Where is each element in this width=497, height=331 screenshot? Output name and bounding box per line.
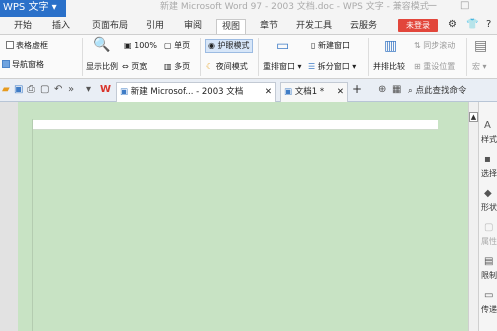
multi-page-button[interactable]: ▥ 多页 [164,61,190,73]
document-page[interactable] [32,119,438,331]
minimize-button[interactable]: — [427,0,437,11]
new-window-button[interactable]: ▯ 新建窗口 [311,40,350,52]
property-icon[interactable]: ▢ [484,222,493,233]
zoom-100-button[interactable]: ▣ 100% [124,40,157,52]
side-item-transfer[interactable]: 传递 [481,304,497,315]
help-icon[interactable]: ? [486,19,491,30]
page-width-button[interactable]: ⇔ 页宽 [122,61,147,73]
night-mode-button[interactable]: ☾ 夜间模式 [206,61,248,73]
close-icon[interactable]: ✕ [337,83,344,101]
vertical-ruler [0,102,18,331]
format-icon[interactable]: ▦ [392,84,401,95]
styles-icon[interactable]: A [484,120,491,131]
ribbon-divider [368,38,369,76]
side-by-side-button[interactable]: 并排比较 [373,61,405,73]
nav-pane-checkbox[interactable]: 导航窗格 [2,59,44,71]
ribbon-divider [200,38,201,76]
macro-button[interactable]: 宏 ▾ [472,61,487,73]
app-menu-button[interactable]: WPS 文字 ▾ [0,0,66,17]
side-item-shape[interactable]: 形状 [481,202,497,213]
split-window-button[interactable]: ☰ 拆分窗口 ▾ [308,61,356,73]
maximize-button[interactable]: □ [460,0,469,11]
save-icon[interactable]: ▣ [14,84,23,95]
moon-icon: ☾ [206,62,214,71]
side-item-property[interactable]: 属性 [481,236,497,247]
menu-cloud[interactable]: 云服务 [350,19,377,34]
ribbon-divider [258,38,259,76]
shape-icon[interactable]: ◆ [484,188,492,199]
ribbon-toolbar: 表格虚框 导航窗格 🔍 显示比例 ▣ 100% ▢ 单页 ⇔ 页宽 ▥ 多页 ◉… [0,35,497,79]
restrict-icon[interactable]: ▤ [484,256,493,267]
more-icon[interactable]: » [68,84,74,95]
reset-position-button[interactable]: ⊞ 重设位置 [414,61,455,73]
menu-developer[interactable]: 开发工具 [296,19,332,34]
login-button[interactable]: 未登录 [398,19,438,32]
ribbon-divider [82,38,83,76]
side-item-styles[interactable]: 样式 [481,134,497,145]
doc-icon: ▣ [284,87,293,97]
print-icon[interactable]: ⎙ [27,84,35,95]
side-item-select[interactable]: 选择 [481,168,497,179]
macro-icon: ▤ [474,38,488,54]
sync-scroll-button[interactable]: ⇅ 同步滚动 [414,40,455,52]
rearrange-windows-button[interactable]: 重排窗口 ▾ [263,61,302,73]
menu-review[interactable]: 审阅 [184,19,202,34]
title-bar: WPS 文字 ▾ 新建 Microsoft Word 97 - 2003 文档.… [0,0,497,17]
settings-small-icon[interactable]: ⊕ [378,84,386,95]
document-tab-bar: ▰ ▣ ⎙ ▢ ↶ » ▾ W ▣ 新建 Microsof... - 2003 … [0,79,497,102]
split-icon: ☰ [308,62,316,71]
search-icon: ⌕ [408,86,413,96]
tab-document1[interactable]: ▣ 文档1 * ✕ [280,82,348,102]
document-title: 新建 Microsoft Word 97 - 2003 文档.doc - WPS… [160,2,429,12]
menu-home[interactable]: 开始 [14,19,32,34]
new-tab-icon[interactable]: + [352,82,362,96]
tab-active-document[interactable]: ▣ 新建 Microsof... - 2003 文档 ✕ [116,82,276,102]
transfer-icon[interactable]: ▭ [484,290,493,301]
close-icon[interactable]: ✕ [265,83,272,101]
wps-logo-icon: W [100,84,112,95]
single-page-button[interactable]: ▢ 单页 [164,40,190,52]
window-icon: ▭ [276,38,290,54]
menu-view[interactable]: 视图 [216,19,247,34]
vertical-scrollbar[interactable]: ▲ [468,102,478,331]
search-command[interactable]: ⌕ 点此查找命令 [408,84,466,96]
dropdown-icon[interactable]: ▾ [86,84,91,95]
select-icon[interactable]: ▪ [484,154,491,165]
compare-icon: ▥ [384,38,398,54]
nav-pane-icon [2,60,10,68]
table-gridlines-checkbox[interactable]: 表格虚框 [6,40,48,52]
page-header-area[interactable] [33,120,438,130]
eye-mode-button[interactable]: ◉ 护眼模式 [205,39,253,53]
folder-icon[interactable]: ▰ [2,84,10,95]
settings-icon[interactable]: ⚙ [448,19,457,30]
menu-references[interactable]: 引用 [146,19,164,34]
display-ratio-button[interactable]: 显示比例 [86,61,118,73]
menu-bar: 开始 插入 页面布局 引用 审阅 视图 章节 开发工具 云服务 未登录 ⚙ 👕 … [0,17,497,35]
undo-icon[interactable]: ↶ [54,84,62,95]
preview-icon[interactable]: ▢ [40,84,49,95]
scroll-up-icon[interactable]: ▲ [469,112,478,122]
skin-icon[interactable]: 👕 [466,19,478,30]
checkbox-icon [6,41,14,49]
side-panel: A 样式 ▪ 选择 ◆ 形状 ▢ 属性 ▤ 限制 ▭ 传递 [478,102,497,331]
magnifier-icon: 🔍 [93,37,111,53]
ribbon-divider [466,38,467,76]
menu-page-layout[interactable]: 页面布局 [92,19,128,34]
menu-insert[interactable]: 插入 [52,19,70,34]
side-item-restrict[interactable]: 限制 [481,270,497,281]
doc-icon: ▣ [120,87,129,97]
menu-chapter[interactable]: 章节 [260,19,278,34]
